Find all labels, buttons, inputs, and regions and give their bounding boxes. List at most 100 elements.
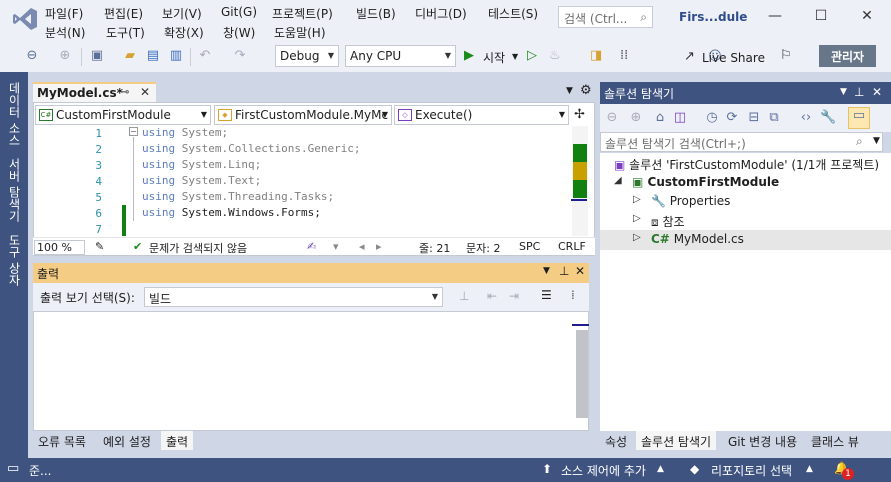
live-share-button[interactable]: Live Share xyxy=(702,51,765,65)
tree-item-project[interactable]: ◢ ▣ CustomFirstModule xyxy=(614,175,779,189)
tree-item-solution[interactable]: ▣ 솔루션 'FirstCustomModule' (1/1개 프로젝트) xyxy=(614,156,879,173)
output-scrollbar-thumb[interactable] xyxy=(576,330,588,418)
find-in-output-icon[interactable]: ⊥ xyxy=(459,289,469,303)
chevron-down-icon[interactable]: ▼ xyxy=(543,266,550,276)
code-line[interactable]: using System; xyxy=(142,126,228,139)
collapse-all-icon[interactable]: ⊟ xyxy=(746,110,762,126)
settings-icon[interactable]: ⚙ xyxy=(580,83,592,98)
collapsed-triangle-icon[interactable]: ▷ xyxy=(633,194,641,205)
show-all-files-icon[interactable]: ⧉ xyxy=(766,110,782,126)
close-icon[interactable]: ✕ xyxy=(857,8,877,28)
line-ending-indicator[interactable]: CRLF xyxy=(558,240,586,253)
solution-explorer-search-input[interactable]: 솔루션 탐색기 검색(Ctrl+;) ⌕ xyxy=(600,132,883,152)
menu-git[interactable]: Git(G) xyxy=(221,5,257,19)
tab-error-list[interactable]: 오류 목록 xyxy=(33,431,91,450)
side-tab-data-sources[interactable]: 데이터 소스 xyxy=(6,82,23,146)
previous-message-icon[interactable]: ⇤ xyxy=(487,289,497,303)
code-cleanup-icon[interactable]: ✍ xyxy=(307,240,316,253)
issues-status[interactable]: 문제가 검색되지 않음 xyxy=(149,240,247,256)
column-indicator[interactable]: 문자: 2 xyxy=(466,240,500,256)
menu-tools[interactable]: 도구(T) xyxy=(106,24,145,41)
tab-solution-explorer[interactable]: 솔루션 탐색기 xyxy=(636,431,717,450)
breakpoint-toolbar-icon[interactable]: ◨ xyxy=(590,48,602,63)
split-editor-icon[interactable]: ✢ xyxy=(574,107,585,122)
pending-changes-filter-icon[interactable]: ◷ xyxy=(704,110,720,126)
add-source-control-button[interactable]: 소스 제어에 추가 xyxy=(561,462,646,479)
next-issue-icon[interactable]: ▸ xyxy=(376,240,382,253)
tab-list-dropdown-icon[interactable]: ▼ xyxy=(566,86,573,96)
next-message-icon[interactable]: ⇥ xyxy=(509,289,519,303)
maximize-icon[interactable]: ☐ xyxy=(811,8,831,28)
expanded-triangle-icon[interactable]: ◢ xyxy=(614,175,622,186)
sync-icon[interactable]: ⟳ xyxy=(724,110,740,126)
menu-help[interactable]: 도움말(H) xyxy=(274,24,326,41)
tab-class-view[interactable]: 클래스 뷰 xyxy=(806,431,864,450)
output-status-icon[interactable]: ▭ xyxy=(7,461,19,476)
output-text-area[interactable] xyxy=(33,311,589,431)
open-folder-icon[interactable]: ▰ xyxy=(122,48,138,64)
save-all-icon[interactable]: ▥ xyxy=(168,48,184,64)
clear-all-icon[interactable]: ☰ xyxy=(541,288,552,302)
redo-icon[interactable]: ↷ xyxy=(232,48,248,64)
chevron-down-icon[interactable]: ▾ xyxy=(333,240,339,253)
code-editor[interactable]: C# CustomFirstModule ▼ ◆ FirstCustomModu… xyxy=(33,102,595,256)
back-icon[interactable]: ⊖ xyxy=(24,48,40,64)
intellicode-icon[interactable]: ✎ xyxy=(95,240,104,253)
menu-view[interactable]: 보기(V) xyxy=(162,5,202,22)
chevron-down-icon[interactable]: ▼ xyxy=(873,136,880,146)
close-icon[interactable]: ✕ xyxy=(872,85,882,99)
tree-item-properties[interactable]: ▷ 🔧 Properties xyxy=(633,194,730,208)
class-nav-dropdown[interactable]: ◆ FirstCustomModule.MyMc ▼ xyxy=(214,105,392,125)
code-line[interactable]: using System.Text; xyxy=(142,174,261,187)
play-icon[interactable]: ▶ xyxy=(464,48,474,63)
close-icon[interactable]: ✕ xyxy=(575,264,585,278)
start-without-debugging-icon[interactable]: ▷ xyxy=(527,48,537,63)
toolbar-options-icon[interactable]: ⁞⁞ xyxy=(620,48,628,63)
collapse-region-icon[interactable]: − xyxy=(129,127,138,136)
member-nav-dropdown[interactable]: ◇ Execute() ▼ xyxy=(394,105,569,125)
platform-dropdown[interactable]: Any CPU ▼ xyxy=(345,45,456,67)
admin-button[interactable]: 관리자 xyxy=(819,45,876,67)
menu-analyze[interactable]: 분석(N) xyxy=(45,24,85,41)
undo-icon[interactable]: ↶ xyxy=(197,48,213,64)
menu-test[interactable]: 테스트(S) xyxy=(488,5,538,22)
side-tab-server-explorer[interactable]: 서버 탐색기 xyxy=(6,158,23,222)
properties-icon[interactable]: 🔧 xyxy=(820,110,836,126)
project-nav-dropdown[interactable]: C# CustomFirstModule ▼ xyxy=(35,105,211,125)
pin-icon[interactable]: ⊥ xyxy=(854,85,864,99)
hot-reload-icon[interactable]: ♨ xyxy=(549,48,561,63)
back-icon[interactable]: ⊖ xyxy=(604,110,620,126)
select-repository-button[interactable]: 리포지토리 선택 xyxy=(711,462,792,479)
pin-icon[interactable]: ⊥ xyxy=(559,264,569,278)
chevron-up-icon[interactable]: ▲ xyxy=(657,464,664,474)
menu-extensions[interactable]: 확장(X) xyxy=(164,24,204,41)
live-share-icon[interactable]: ↗ xyxy=(684,49,695,64)
tab-properties[interactable]: 속성 xyxy=(600,431,633,450)
close-icon[interactable]: ✕ xyxy=(140,85,150,99)
chevron-down-icon[interactable]: ▼ xyxy=(512,52,518,61)
menu-edit[interactable]: 편집(E) xyxy=(104,5,143,22)
document-tab[interactable]: MyModel.cs* ⊸ ✕ xyxy=(33,82,156,102)
collapsed-triangle-icon[interactable]: ▷ xyxy=(633,232,641,243)
menu-project[interactable]: 프로젝트(P) xyxy=(272,5,333,22)
view-code-icon[interactable]: ‹› xyxy=(798,110,814,126)
forward-icon[interactable]: ⊕ xyxy=(628,110,644,126)
code-line[interactable]: using System.Windows.Forms; xyxy=(142,206,321,219)
pin-icon[interactable]: ⊸ xyxy=(121,87,129,98)
solution-name-badge[interactable]: Firs...dule xyxy=(679,10,747,24)
collapsed-triangle-icon[interactable]: ▷ xyxy=(633,213,641,224)
previous-issue-icon[interactable]: ◂ xyxy=(359,240,365,253)
save-icon[interactable]: ▤ xyxy=(145,48,161,64)
tab-output[interactable]: 출력 xyxy=(161,431,194,450)
new-project-icon[interactable]: ▣ xyxy=(89,48,105,64)
tab-exception-settings[interactable]: 예외 설정 xyxy=(98,431,156,450)
tab-git-changes[interactable]: Git 변경 내용 xyxy=(723,431,803,450)
feedback-icon[interactable]: ⚐ xyxy=(780,48,792,63)
minimize-icon[interactable]: — xyxy=(765,8,785,28)
configuration-dropdown[interactable]: Debug ▼ xyxy=(275,45,339,67)
menu-file[interactable]: 파일(F) xyxy=(45,5,83,22)
tree-item-references[interactable]: ▷ ⧈ 참조 xyxy=(633,213,685,230)
chevron-up-icon[interactable]: ▲ xyxy=(806,464,813,474)
preview-selected-items-icon[interactable]: ▭ xyxy=(848,107,870,129)
menu-build[interactable]: 빌드(B) xyxy=(356,5,396,22)
